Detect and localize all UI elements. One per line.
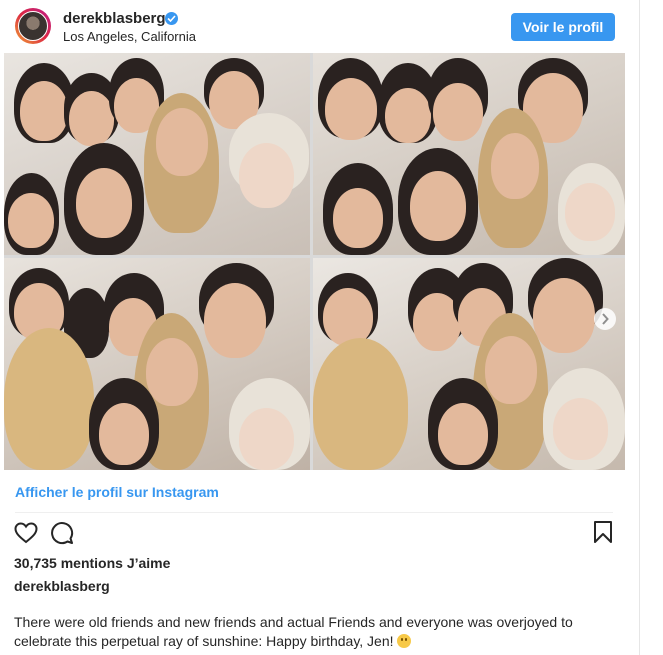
photo-figure	[485, 336, 537, 404]
photo-figure	[438, 403, 488, 465]
photo-figure	[146, 338, 198, 406]
photo-figure	[325, 78, 377, 140]
photo-figure	[239, 408, 294, 470]
photo-figure	[533, 278, 595, 353]
photo-figure	[239, 143, 294, 208]
username-link[interactable]: derekblasberg	[63, 10, 166, 27]
photo-figure	[333, 188, 383, 248]
photo-figure	[491, 133, 539, 199]
divider	[15, 512, 613, 513]
photo-panel-bottom-left	[4, 258, 310, 470]
caption-username-link[interactable]: derekblasberg	[14, 578, 110, 594]
photo-figure	[565, 183, 615, 241]
photo-figure	[323, 288, 373, 346]
post-photo[interactable]	[4, 53, 625, 470]
smiling-face-emoji-icon	[396, 634, 411, 648]
photo-figure	[4, 328, 94, 470]
likes-count[interactable]: 30,735 mentions J’aime	[14, 555, 170, 571]
photo-figure	[385, 88, 431, 143]
avatar-image	[18, 11, 48, 41]
photo-figure	[69, 91, 114, 146]
photo-figure	[410, 171, 466, 241]
post-header: derekblasberg Los Angeles, California Vo…	[0, 0, 640, 52]
photo-panel-bottom-right	[313, 258, 625, 470]
photo-figure	[553, 398, 608, 460]
chevron-right-icon	[602, 313, 609, 325]
avatar[interactable]	[15, 8, 51, 44]
heart-icon[interactable]	[14, 521, 38, 545]
location-link[interactable]: Los Angeles, California	[63, 29, 196, 44]
carousel-next-button[interactable]	[594, 308, 616, 330]
photo-figure	[76, 168, 132, 238]
photo-figure	[20, 81, 68, 141]
instagram-embed-card: derekblasberg Los Angeles, California Vo…	[0, 0, 640, 655]
photo-figure	[99, 403, 149, 465]
photo-panel-top-right	[313, 53, 625, 255]
photo-figure	[433, 83, 483, 141]
verified-badge-icon	[165, 12, 178, 25]
photo-figure	[204, 283, 266, 358]
comment-icon[interactable]	[50, 521, 74, 545]
photo-figure	[8, 193, 54, 248]
caption-text: There were old friends and new friends a…	[14, 614, 573, 649]
caption: There were old friends and new friends a…	[14, 613, 614, 651]
view-profile-button[interactable]: Voir le profil	[511, 13, 615, 41]
photo-figure	[313, 338, 408, 470]
photo-panel-top-left	[4, 53, 310, 255]
view-on-instagram-link[interactable]: Afficher le profil sur Instagram	[15, 484, 219, 500]
photo-figure	[156, 108, 208, 176]
bookmark-icon[interactable]	[592, 520, 614, 544]
